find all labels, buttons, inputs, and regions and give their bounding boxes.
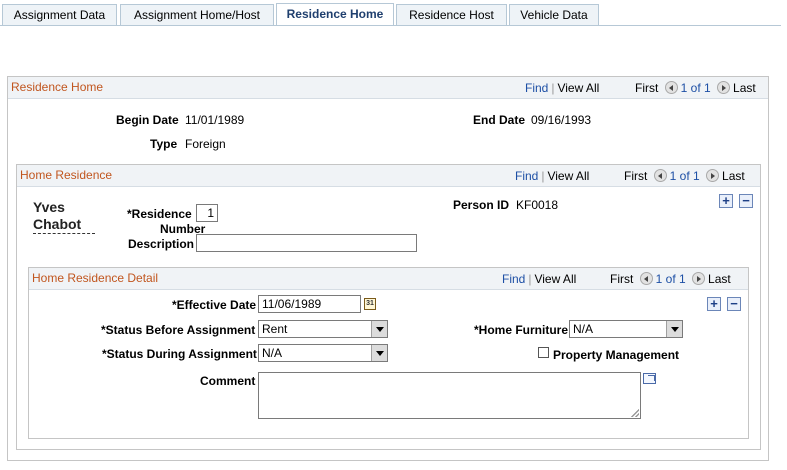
residence-home-pager: First 1 of 1 Last	[635, 81, 756, 95]
home-residence-nav: Find | View All	[515, 169, 590, 183]
selected-value: N/A	[573, 322, 594, 336]
chevron-down-icon[interactable]	[666, 321, 682, 337]
detail-pager: First 1 of 1 Last	[610, 272, 731, 286]
tab-assignment-data[interactable]: Assignment Data	[2, 4, 117, 25]
section-title: Home Residence Detail	[32, 271, 159, 285]
end-date-value: 09/16/1993	[531, 113, 592, 127]
next-arrow-icon[interactable]	[692, 272, 706, 285]
end-date-label: End Date	[473, 113, 526, 127]
tab-residence-home[interactable]: Residence Home	[276, 3, 394, 26]
tab-label: Assignment Data	[13, 8, 106, 22]
view-all-link[interactable]: View All	[534, 272, 576, 286]
tab-label: Residence Home	[286, 7, 384, 21]
find-link[interactable]: Find	[525, 81, 548, 95]
type-value: Foreign	[185, 137, 226, 151]
previous-arrow-icon[interactable]	[664, 81, 678, 94]
previous-arrow-icon[interactable]	[653, 169, 667, 182]
first-label: First	[624, 169, 648, 183]
comment-label: Comment	[200, 374, 256, 388]
next-arrow-icon[interactable]	[706, 169, 720, 182]
expand-text-icon[interactable]	[643, 373, 656, 384]
last-label: Last	[722, 169, 745, 183]
first-label: First	[635, 81, 659, 95]
tab-assignment-home-host[interactable]: Assignment Home/Host	[120, 4, 274, 25]
delete-detail-row-icon[interactable]: −	[727, 297, 741, 311]
selected-value: Rent	[262, 322, 288, 336]
row-count: 1 of 1	[669, 169, 700, 183]
person-id-label: Person ID	[453, 198, 510, 212]
section-title: Residence Home	[11, 80, 104, 94]
find-link[interactable]: Find	[515, 169, 538, 183]
section-title: Home Residence	[20, 168, 113, 182]
tab-label: Residence Host	[409, 8, 494, 22]
tab-bar: Assignment Data Assignment Home/Host Res…	[0, 0, 787, 26]
calendar-icon[interactable]: 31	[364, 298, 376, 310]
view-all-link[interactable]: View All	[557, 81, 599, 95]
residence-number-label: *Residence	[127, 207, 192, 221]
property-management-checkbox[interactable]	[538, 347, 549, 358]
property-management-label: Property Management	[553, 348, 680, 362]
last-label: Last	[733, 81, 756, 95]
view-all-link[interactable]: View All	[547, 169, 589, 183]
delete-row-icon[interactable]: −	[739, 194, 753, 208]
comment-textarea[interactable]	[258, 372, 641, 419]
home-furniture-label: *Home Furniture	[474, 323, 569, 337]
description-label: Description	[128, 237, 195, 251]
previous-arrow-icon[interactable]	[639, 272, 653, 285]
tab-vehicle-data[interactable]: Vehicle Data	[509, 4, 599, 25]
description-input[interactable]	[196, 234, 417, 252]
residence-home-header: Residence Home Find | View All First 1 of …	[8, 77, 768, 99]
add-detail-row-icon[interactable]: +	[707, 297, 721, 311]
next-arrow-icon[interactable]	[717, 81, 731, 94]
home-furniture-select[interactable]: N/A	[569, 320, 683, 338]
chevron-down-icon[interactable]	[371, 321, 387, 337]
home-residence-pager: First 1 of 1 Last	[624, 169, 745, 183]
add-row-icon[interactable]: +	[719, 194, 733, 208]
employee-last-name: Chabot	[33, 216, 95, 234]
home-residence-detail-header: Home Residence Detail Find | View All Firs…	[29, 268, 748, 290]
tab-label: Assignment Home/Host	[133, 8, 261, 22]
employee-first-name: Yves	[33, 199, 65, 215]
effective-date-label: *Effective Date	[172, 298, 257, 312]
tab-residence-host[interactable]: Residence Host	[396, 4, 507, 25]
row-count: 1 of 1	[655, 272, 686, 286]
employee-name[interactable]: Yves Chabot	[33, 199, 95, 234]
detail-nav: Find | View All	[502, 272, 577, 286]
status-before-label: *Status Before Assignment	[101, 323, 256, 337]
begin-date-label: Begin Date	[116, 113, 179, 127]
home-residence-header: Home Residence Find | View All First 1 of …	[17, 165, 760, 187]
status-during-label: *Status During Assignment	[102, 347, 257, 361]
begin-date-value: 11/01/1989	[185, 113, 245, 127]
chevron-down-icon[interactable]	[371, 345, 387, 361]
find-link[interactable]: Find	[502, 272, 525, 286]
tab-divider	[0, 25, 781, 26]
first-label: First	[610, 272, 634, 286]
effective-date-input[interactable]	[258, 295, 361, 313]
type-label: Type	[150, 137, 178, 151]
status-before-select[interactable]: Rent	[258, 320, 388, 338]
residence-home-nav: Find | View All	[525, 81, 600, 95]
tab-label: Vehicle Data	[520, 8, 588, 22]
row-count: 1 of 1	[680, 81, 711, 95]
selected-value: N/A	[262, 346, 283, 360]
person-id-value: KF0018	[516, 198, 559, 212]
status-during-select[interactable]: N/A	[258, 344, 388, 362]
residence-number-input[interactable]	[196, 204, 218, 222]
last-label: Last	[708, 272, 731, 286]
resize-grip-icon[interactable]	[631, 409, 639, 417]
